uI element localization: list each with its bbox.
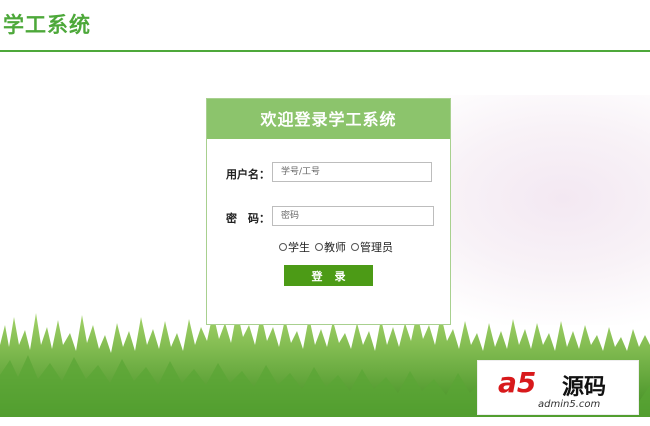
role-student-option[interactable]: 学生 — [279, 239, 310, 255]
login-title: 欢迎登录学工系统 — [207, 99, 450, 139]
login-button[interactable]: 登录 — [284, 265, 373, 286]
role-admin-label: 管理员 — [360, 241, 393, 254]
watermark-logo: a5 源码 admin5.com — [477, 360, 639, 415]
a5-logo-icon: a5 — [498, 366, 537, 399]
password-input[interactable] — [272, 206, 434, 226]
username-input[interactable] — [272, 162, 432, 182]
username-label: 用户名： — [226, 168, 270, 181]
radio-icon[interactable] — [279, 243, 287, 251]
top-header: 学工系统 — [0, 0, 650, 52]
role-student-label: 学生 — [288, 241, 310, 254]
app-title: 学工系统 — [3, 13, 91, 37]
role-teacher-option[interactable]: 教师 — [315, 239, 346, 255]
watermark-url: admin5.com — [538, 399, 601, 410]
login-panel: 欢迎登录学工系统 用户名： 密 码： 学生 教师 管理员 登录 — [206, 98, 451, 325]
role-teacher-label: 教师 — [324, 241, 346, 254]
radio-icon[interactable] — [351, 243, 359, 251]
role-selector: 学生 教师 管理员 — [279, 239, 393, 255]
password-label: 密 码： — [226, 212, 270, 225]
radio-icon[interactable] — [315, 243, 323, 251]
watermark-text: 源码 — [562, 375, 607, 400]
role-admin-option[interactable]: 管理员 — [351, 239, 393, 255]
